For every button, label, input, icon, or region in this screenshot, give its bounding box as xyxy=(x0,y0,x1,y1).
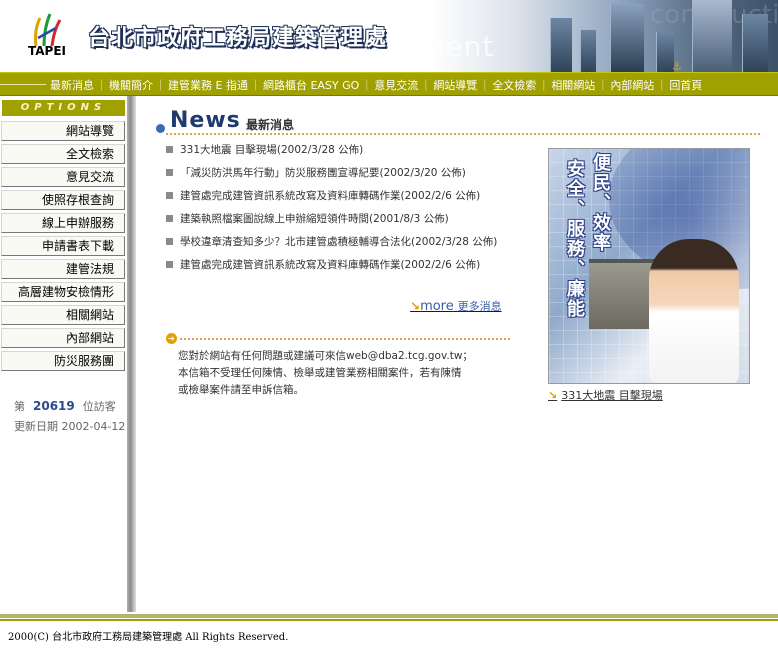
copyright-text: 2000(C) 台北市政府工務局建築管理處 All Rights Reserve… xyxy=(8,632,289,643)
more-label-en: more xyxy=(420,299,454,314)
footer-bar xyxy=(0,614,778,618)
nav-feedback[interactable]: 意見交流 xyxy=(374,79,418,92)
counter-suffix: 位訪客 xyxy=(82,400,116,413)
slogan-line-1: 便民、效率 xyxy=(590,153,611,253)
list-item: 建管處完成建管資訊系統改寫及資料庫轉碼作業(2002/2/6 公佈) xyxy=(166,257,516,273)
building-shape xyxy=(742,14,768,72)
nav-separator: ｜ xyxy=(361,79,373,92)
options-header: OPTIONS xyxy=(2,100,125,116)
news-title-en: News xyxy=(170,108,241,133)
visitor-counter: 第 20619 位訪客 xyxy=(14,398,116,414)
arrow-down-right-icon: ↘ xyxy=(410,299,421,313)
anchor-icon: ⚓ xyxy=(672,60,682,72)
sidebar: OPTIONS 網站導覽 全文檢索 意見交流 使照存根查詢 線上申辦服務 申請書… xyxy=(0,96,130,612)
site-title: 台北市政府工務局建築管理處 xyxy=(88,26,388,51)
nav-separator: ｜ xyxy=(96,79,107,92)
sidebar-item-sitemap[interactable]: 網站導覽 xyxy=(1,121,125,141)
last-updated: 更新日期 2002-04-12 xyxy=(14,420,126,433)
sidebar-item-disaster-team[interactable]: 防災服務團 xyxy=(1,351,125,371)
more-label-zh: 更多消息 xyxy=(457,300,502,313)
building-shape xyxy=(610,4,644,72)
main-content: News 最新消息 331大地震 目擊現場(2002/3/28 公佈) 「減災防… xyxy=(150,96,778,612)
sidebar-item-fulltext-search[interactable]: 全文檢索 xyxy=(1,144,125,164)
logo-text: TAPEI xyxy=(28,44,66,58)
contact-line: 您對於網站有任何問題或建議可來信web@dba2.tcg.gov.tw； xyxy=(178,350,473,362)
news-link[interactable]: 建管處完成建管資訊系統改寫及資料庫轉碼作業(2002/2/6 公佈) xyxy=(180,190,480,202)
feature-caption-link[interactable]: ↘ 331大地震 目擊現場 xyxy=(548,387,663,403)
nav-e-guide[interactable]: 建管業務 E 指通 xyxy=(168,79,248,92)
sidebar-item-regulations[interactable]: 建管法規 xyxy=(1,259,125,279)
nav-separator: ｜ xyxy=(479,79,491,92)
nav-separator: ｜ xyxy=(155,79,166,92)
contact-line: 本信箱不受理任何陳情、檢舉或建管業務相關案件，若有陳情 xyxy=(178,367,462,379)
square-bullet-icon xyxy=(166,169,173,176)
list-item: 「減災防洪馬年行動」防災服務團宣導紀要(2002/3/20 公佈) xyxy=(166,165,516,181)
nav-separator: ｜ xyxy=(420,79,432,92)
sidebar-item-feedback[interactable]: 意見交流 xyxy=(1,167,125,187)
counter-value: 20619 xyxy=(33,399,75,413)
list-item: 建管處完成建管資訊系統改寫及資料庫轉碼作業(2002/2/6 公佈) xyxy=(166,188,516,204)
nav-separator: ｜ xyxy=(597,79,609,92)
list-item: 建築執照檔案圖說線上申辦縮短領件時間(2001/8/3 公佈) xyxy=(166,211,516,227)
contact-divider: ➔ xyxy=(166,333,510,345)
square-bullet-icon xyxy=(166,215,173,222)
news-bullet-icon xyxy=(156,124,165,133)
nav-separator: ｜ xyxy=(656,79,668,92)
arrow-down-right-icon: ↘ xyxy=(548,389,558,402)
building-shape xyxy=(580,30,596,72)
feature-photo[interactable]: 便民、效率 安全、服務、廉能 xyxy=(548,148,750,384)
top-nav-items: 最新消息｜機關簡介｜建管業務 E 指通｜網路櫃台 EASY GO ｜意見交流｜網站… xyxy=(50,77,702,93)
sidebar-item-online-service[interactable]: 線上申辦服務 xyxy=(1,213,125,233)
building-shape xyxy=(692,0,732,72)
square-bullet-icon xyxy=(166,192,173,199)
nav-separator: ｜ xyxy=(249,79,261,92)
nav-home[interactable]: 回首頁 xyxy=(669,79,702,92)
arrow-right-icon: ➔ xyxy=(166,333,177,344)
spokesperson-illustration xyxy=(649,239,739,383)
sidebar-item-related-sites[interactable]: 相關網站 xyxy=(1,305,125,325)
square-bullet-icon xyxy=(166,238,173,245)
sidebar-item-internal-site[interactable]: 內部網站 xyxy=(1,328,125,348)
square-bullet-icon xyxy=(166,261,173,268)
site-header: construction Management TAPEI 台北市政府工務局建築… xyxy=(0,0,778,72)
news-list: 331大地震 目擊現場(2002/3/28 公佈) 「減災防洪馬年行動」防災服務… xyxy=(166,142,516,280)
page: construction Management TAPEI 台北市政府工務局建築… xyxy=(0,0,778,650)
sidebar-menu: 網站導覽 全文檢索 意見交流 使照存根查詢 線上申辦服務 申請書表下載 建管法規… xyxy=(1,121,125,374)
nav-about[interactable]: 機關簡介 xyxy=(109,79,153,92)
nav-easy-go[interactable]: 網路櫃台 EASY GO xyxy=(263,79,359,92)
news-title-zh: 最新消息 xyxy=(246,118,295,132)
news-link[interactable]: 建築執照檔案圖說線上申辦縮短領件時間(2001/8/3 公佈) xyxy=(180,213,449,225)
footer-bar-accent xyxy=(0,619,778,621)
nav-related-sites[interactable]: 相關網站 xyxy=(551,79,595,92)
building-shape xyxy=(550,18,572,72)
sidebar-item-form-download[interactable]: 申請書表下載 xyxy=(1,236,125,256)
sidebar-item-highrise-inspection[interactable]: 高層建物安檢情形 xyxy=(1,282,125,302)
contact-dots xyxy=(180,338,510,340)
counter-prefix: 第 xyxy=(14,400,25,413)
nav-separator: ｜ xyxy=(538,79,550,92)
nav-internal-site[interactable]: 內部網站 xyxy=(610,79,654,92)
contact-line: 或檢舉案件請至申訴信箱。 xyxy=(178,384,304,396)
sidebar-divider xyxy=(127,96,136,612)
feature-caption-text: 331大地震 目擊現場 xyxy=(561,389,663,402)
nav-fulltext-search[interactable]: 全文檢索 xyxy=(492,79,536,92)
list-item: 331大地震 目擊現場(2002/3/28 公佈) xyxy=(166,142,516,158)
slogan-line-2: 安全、服務、廉能 xyxy=(564,159,585,319)
sidebar-item-license-query[interactable]: 使照存根查詢 xyxy=(1,190,125,210)
contact-info: 您對於網站有任何問題或建議可來信web@dba2.tcg.gov.tw； 本信箱… xyxy=(178,348,514,399)
square-bullet-icon xyxy=(166,146,173,153)
news-divider xyxy=(166,133,760,135)
nav-line-decoration xyxy=(0,84,46,85)
news-link[interactable]: 學校違章清查知多少？北市建管處積極輔導合法化(2002/3/28 公佈) xyxy=(180,236,497,248)
news-link[interactable]: 「減災防洪馬年行動」防災服務團宣導紀要(2002/3/20 公佈) xyxy=(180,167,466,179)
nav-sitemap[interactable]: 網站導覽 xyxy=(433,79,477,92)
top-nav: 最新消息｜機關簡介｜建管業務 E 指通｜網路櫃台 EASY GO ｜意見交流｜網站… xyxy=(0,72,778,96)
news-link[interactable]: 331大地震 目擊現場(2002/3/28 公佈) xyxy=(180,144,363,156)
news-link[interactable]: 建管處完成建管資訊系統改寫及資料庫轉碼作業(2002/2/6 公佈) xyxy=(180,259,480,271)
more-news-link[interactable]: ↘more 更多消息 xyxy=(410,298,502,314)
nav-latest-news[interactable]: 最新消息 xyxy=(50,79,94,92)
list-item: 學校違章清查知多少？北市建管處積極輔導合法化(2002/3/28 公佈) xyxy=(166,234,516,250)
